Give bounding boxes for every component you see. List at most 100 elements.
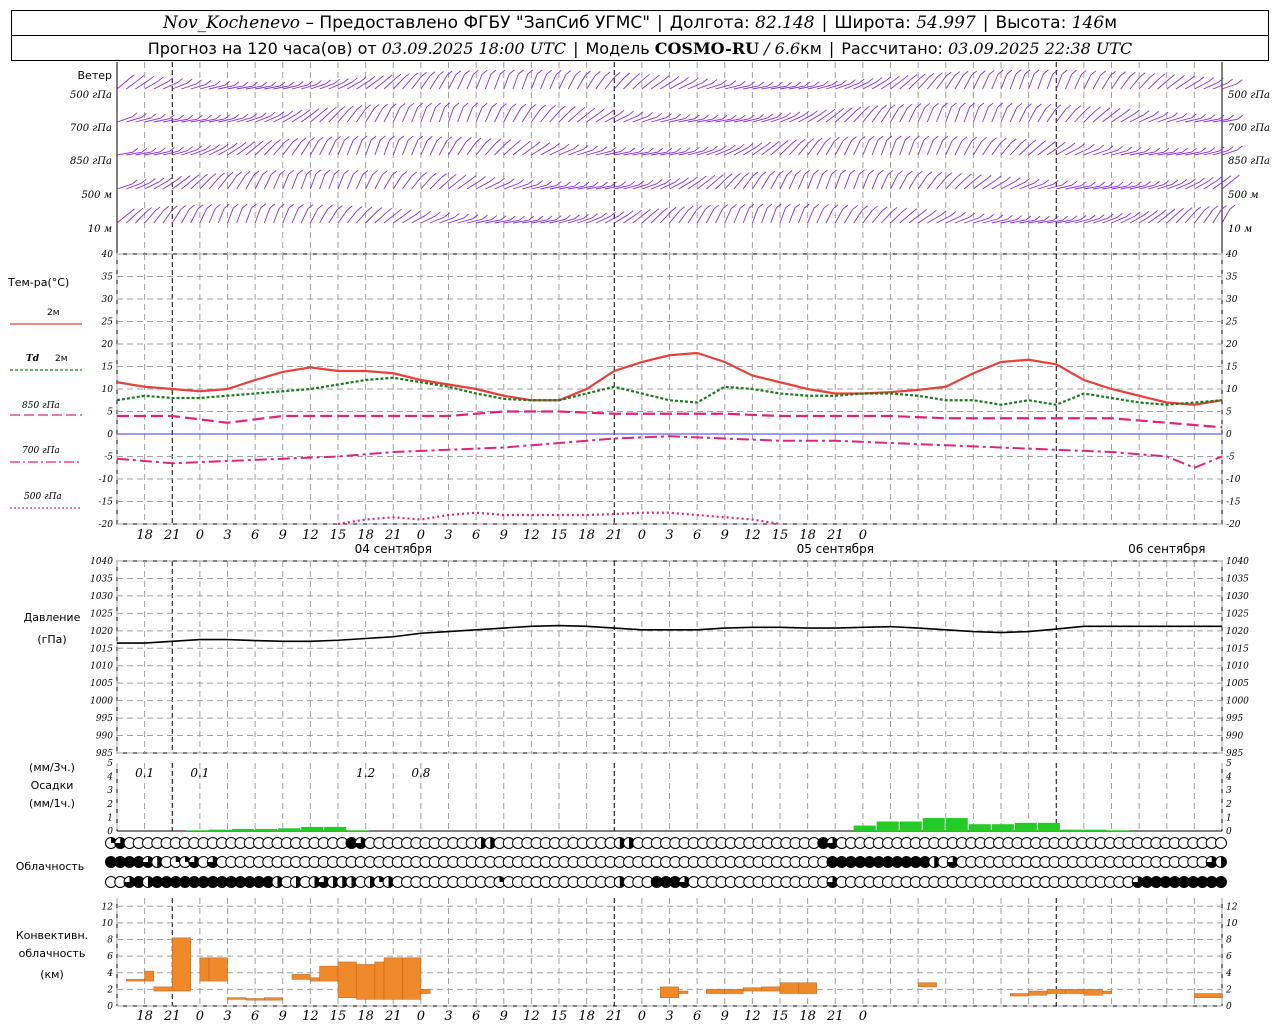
wind-barb-flag	[306, 169, 313, 175]
wind-barb	[199, 208, 208, 224]
wind-barb-flag	[966, 173, 972, 179]
wind-barb	[1111, 216, 1127, 224]
wind-barb-flag	[841, 79, 847, 85]
wind-barb	[1148, 184, 1164, 190]
wind-barb-flag	[852, 204, 859, 210]
wind-barb-flag	[609, 109, 615, 114]
wind-barb	[789, 114, 804, 123]
wind-barb	[825, 208, 834, 224]
wind-barb-flag	[1227, 146, 1234, 151]
wind-barb-flag	[602, 181, 608, 187]
temp-xtick: 21	[826, 528, 844, 543]
wind-barb	[945, 177, 958, 190]
wind-barb-flag	[894, 75, 900, 81]
wind-barb-flag	[1191, 147, 1197, 153]
wind-barb-flag	[997, 102, 1003, 108]
wind-barb	[420, 75, 431, 90]
wind-barb-flag	[495, 138, 502, 144]
wind-barb	[1166, 182, 1182, 190]
wind-barb	[402, 76, 414, 90]
temp-xtick: 12	[744, 528, 761, 543]
wind-barb	[1065, 219, 1082, 224]
wind-barb-flag	[898, 103, 905, 109]
wind-barb-flag	[399, 103, 406, 108]
wind-barb	[438, 140, 448, 156]
wind-barb	[1157, 78, 1171, 90]
wind-barb	[172, 150, 188, 156]
temp-ytick-right: 15	[1226, 363, 1238, 373]
wind-barb	[871, 108, 882, 123]
wind-barb-flag	[128, 74, 135, 80]
temp-xtick: 6	[693, 528, 701, 543]
wind-barb-flag	[441, 173, 447, 179]
wind-barb-flag	[391, 103, 397, 109]
wind-barb-flag	[647, 179, 654, 185]
wind-barb-flag	[1169, 74, 1176, 79]
wind-barb-flag	[463, 213, 470, 219]
wind-barb-flag	[360, 76, 367, 82]
temp-ytick-left: 5	[107, 408, 113, 418]
wind-barb-flag	[735, 172, 741, 178]
wind-barb	[632, 183, 649, 190]
wind-barb-flag	[131, 179, 138, 185]
conv-xtick: 6	[251, 1009, 259, 1024]
wind-barb-flag	[1088, 144, 1095, 149]
wind-barb-flag	[1016, 103, 1023, 108]
conv-bar	[310, 977, 320, 982]
wind-barb-flag	[339, 106, 346, 111]
wind-barb	[374, 174, 383, 190]
pressure-ytick-left: 1035	[90, 574, 113, 584]
wind-barb	[660, 181, 676, 190]
wind-barb-flag	[1229, 204, 1236, 210]
wind-barb-flag	[813, 81, 820, 87]
wind-barb-flag	[540, 104, 546, 110]
wind-barb-flag	[431, 172, 437, 178]
wind-barb-flag	[1200, 113, 1207, 119]
wind-barb	[282, 142, 293, 156]
wind-barb-flag	[404, 73, 410, 78]
conv-xtick: 12	[523, 1009, 540, 1024]
temp-xtick: 0	[417, 528, 425, 543]
wind-barb-flag	[154, 206, 161, 212]
wind-barb-flag	[859, 169, 865, 175]
wind-barb-flag	[1188, 75, 1195, 81]
wind-barb-flag	[1228, 114, 1234, 120]
wind-barb-flag	[376, 207, 383, 213]
wind-barb-flag	[589, 107, 596, 113]
wind-barb-flag	[960, 212, 966, 217]
wind-barb-flag	[1107, 145, 1114, 151]
wind-barb	[217, 208, 225, 224]
wind-barb	[641, 183, 658, 190]
wind-barb-flag	[454, 213, 460, 218]
wind-barb-flag	[570, 106, 576, 112]
wind-barb	[871, 139, 879, 156]
wind-barb-flag	[270, 81, 277, 87]
wind-barb	[669, 181, 684, 190]
precip-bar	[945, 818, 968, 831]
wind-barb	[945, 75, 955, 90]
wind-barb-flag	[381, 170, 388, 176]
wind-barb-flag	[665, 178, 672, 184]
wind-level-label: 700 гПа	[70, 123, 112, 134]
wind-barb-flag	[224, 203, 230, 209]
pressure-ytick-left: 1025	[90, 609, 113, 619]
wind-barb	[1074, 218, 1091, 224]
wind-barb	[954, 75, 964, 90]
wind-barb	[236, 117, 253, 123]
wind-barb-flag	[1010, 138, 1017, 144]
wind-barb	[798, 85, 815, 90]
wind-barb	[890, 139, 897, 156]
wind-barb-flag	[1105, 107, 1111, 112]
wind-barb	[153, 151, 170, 156]
legend-td-label: Td	[26, 354, 40, 364]
wind-barb-flag	[726, 173, 733, 179]
wind-barb	[945, 140, 953, 156]
wind-barb	[807, 208, 815, 224]
cloud-cover-fill	[1221, 856, 1227, 868]
wind-barb-flag	[758, 81, 765, 87]
wind-level-label-right: 500 м	[1228, 190, 1259, 201]
wind-barb-flag	[656, 112, 663, 118]
conv-xtick: 3	[444, 1009, 452, 1024]
precip-ytick-left: 4	[106, 773, 113, 783]
wind-barb-flag	[167, 176, 174, 182]
